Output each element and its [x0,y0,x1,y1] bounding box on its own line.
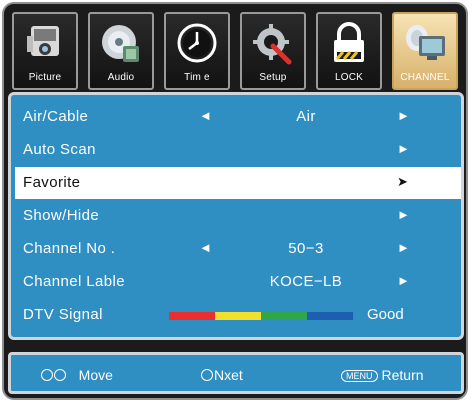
tab-label: Picture [28,72,62,83]
right-arrow-icon[interactable]: ► [397,141,410,156]
monitor-dish-icon [406,25,445,60]
tab-label: CHANNEL [400,72,450,83]
tab-time[interactable]: Tim e [164,12,230,90]
help-return: MENU Return [341,367,424,383]
menu-row-auto-scan[interactable]: Auto Scan ► [11,134,461,166]
row-label: Favorite [23,174,81,191]
signal-segment-green [261,312,307,320]
left-arrow-icon[interactable]: ◄ [199,108,212,123]
signal-status: Good [367,306,404,323]
tab-channel[interactable]: CHANNEL [392,12,458,90]
tools-icon [253,24,292,65]
menu-row-channel-lable[interactable]: Channel Lable KOCE−LB ► [11,266,461,298]
row-value: KOCE−LB [269,273,343,290]
tab-label: Tim e [184,72,210,83]
tab-label: LOCK [334,72,364,83]
menu-tab-strip: Picture Audio Tim e Setup LOCK CHANNEL [12,12,462,92]
help-move-label: Move [78,367,113,383]
help-bar: Move Nxet MENU Return [8,352,464,394]
right-arrow-icon[interactable]: ► [397,240,410,255]
right-arrow-icon [201,369,213,381]
row-value: Air [296,108,316,125]
menu-row-favorite[interactable]: Favorite ➤ [15,167,461,199]
menu-key-icon: MENU [341,370,378,382]
left-arrow-icon[interactable]: ◄ [199,240,212,255]
row-label: DTV Signal [23,306,103,323]
help-return-label: Return [381,367,424,383]
row-label: Auto Scan [23,141,96,158]
row-label: Channel No . [23,240,116,257]
row-value: 50−3 [288,240,324,257]
menu-row-channel-no[interactable]: Channel No . ◄ 50−3 ► [11,233,461,265]
tab-audio[interactable]: Audio [88,12,154,90]
signal-segment-red [169,312,215,320]
right-arrow-icon[interactable]: ► [397,273,410,288]
up-arrow-icon [41,369,53,381]
tab-picture[interactable]: Picture [12,12,78,90]
menu-row-dtv-signal: DTV Signal Good [11,299,461,331]
help-next-label: Nxet [214,367,243,383]
clock-icon [177,23,217,63]
tab-lock[interactable]: LOCK [316,12,382,90]
tab-label: Audio [107,72,135,83]
down-arrow-icon [54,369,66,381]
camera-icon [27,26,59,56]
signal-segment-blue [307,312,353,320]
tab-label: Setup [259,72,287,83]
help-next: Nxet [201,367,243,383]
signal-strength-bar [169,312,353,320]
right-arrow-icon[interactable]: ► [397,108,410,123]
row-label: Show/Hide [23,207,100,224]
channel-menu-panel: Air/Cable ◄ Air ► Auto Scan ► Favorite ➤… [8,92,464,340]
disc-icon [102,25,139,62]
row-label: Air/Cable [23,108,89,125]
lock-icon [334,22,364,62]
signal-segment-yellow [215,312,261,320]
tab-setup[interactable]: Setup [240,12,306,90]
right-arrow-icon[interactable]: ➤ [397,174,408,190]
help-move: Move [41,367,113,383]
menu-row-show-hide[interactable]: Show/Hide ► [11,200,461,232]
right-arrow-icon[interactable]: ► [397,207,410,222]
menu-row-air-cable[interactable]: Air/Cable ◄ Air ► [11,101,461,133]
row-label: Channel Lable [23,273,125,290]
